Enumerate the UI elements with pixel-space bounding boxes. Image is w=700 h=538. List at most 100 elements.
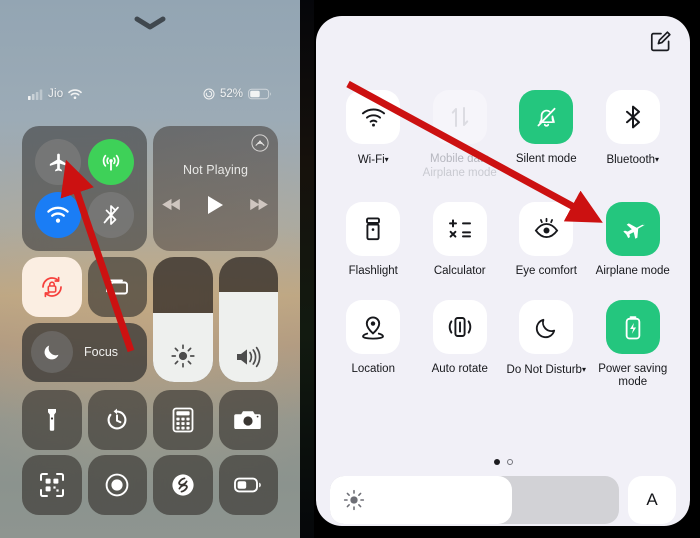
- fast-forward-icon[interactable]: [250, 198, 269, 211]
- brightness-icon: [343, 489, 365, 511]
- left-stack: Focus: [22, 257, 147, 382]
- tile-label: Auto rotate: [431, 363, 488, 375]
- miui-card: Wi-Fi▾ Mobile data Airplane mode Silent …: [316, 16, 690, 526]
- tile-icon-wrap: [605, 300, 660, 354]
- miui-tile-calculator[interactable]: Calculator: [417, 202, 504, 278]
- camera-icon: [234, 411, 262, 430]
- ios-control-center-pane: Jio 52% Not Playing Focus: [0, 0, 300, 538]
- airplane-mode-toggle[interactable]: [35, 139, 82, 186]
- miui-control-center-pane: Wi-Fi▾ Mobile data Airplane mode Silent …: [300, 0, 700, 538]
- low-power-mode-toggle[interactable]: [218, 455, 278, 515]
- brightness-slider[interactable]: [330, 476, 619, 524]
- mobile-data-icon: [451, 107, 468, 127]
- bluetooth-off-icon: [103, 204, 119, 225]
- volume-slider[interactable]: [218, 257, 278, 382]
- rewind-icon[interactable]: [162, 198, 181, 211]
- tile-label: Power saving mode: [598, 363, 668, 388]
- miui-tile-power-saving-mode[interactable]: Power saving mode: [590, 300, 677, 389]
- play-icon[interactable]: [207, 195, 224, 215]
- tile-icon-wrap: [605, 90, 660, 144]
- power-saving-icon: [625, 315, 641, 339]
- chevron-down-icon[interactable]: ▾: [655, 155, 659, 164]
- music-recognition-toggle[interactable]: [153, 455, 213, 515]
- code-scanner-toggle[interactable]: [22, 455, 82, 515]
- screenshot-root: Jio 52% Not Playing Focus Wi-Fi▾ Mobile …: [0, 0, 700, 538]
- flashlight-toggle[interactable]: [22, 390, 82, 450]
- miui-tile-mobile-data[interactable]: Mobile data Airplane mode: [417, 90, 504, 180]
- silent-bell-icon: [537, 107, 556, 127]
- screen-mirroring-toggle[interactable]: [87, 257, 147, 317]
- tile-label: Mobile data: [430, 153, 490, 165]
- tile-label-text: Bluetooth: [606, 154, 656, 166]
- chevron-down-icon[interactable]: [133, 14, 167, 32]
- media-player-module[interactable]: Not Playing: [153, 126, 278, 251]
- screen-recording-toggle[interactable]: [87, 455, 147, 515]
- page-dot-2[interactable]: [506, 459, 513, 465]
- screen-record-icon: [105, 473, 129, 497]
- tile-label-text: Do Not Disturb: [506, 364, 582, 376]
- page-dot-1[interactable]: [493, 459, 500, 465]
- rotation-lock-toggle[interactable]: [22, 257, 82, 317]
- camera-toggle[interactable]: [218, 390, 278, 450]
- screen-mirroring-icon: [106, 279, 129, 295]
- tile-icon-wrap: [519, 300, 574, 354]
- ios-tile-row-2: [22, 455, 278, 515]
- tile-icon-wrap: [346, 202, 401, 256]
- tile-label: Airplane mode: [595, 265, 670, 277]
- miui-tile-auto-rotate[interactable]: Auto rotate: [417, 300, 504, 389]
- focus-icon-circle: [31, 331, 73, 374]
- tile-sublabel: Airplane mode: [422, 167, 497, 179]
- bluetooth-icon: [625, 105, 640, 129]
- miui-tile-bluetooth[interactable]: Bluetooth▾: [590, 90, 677, 180]
- tile-icon-wrap: [432, 90, 487, 144]
- brightness-icon: [171, 344, 195, 368]
- battery-percent-label: 52%: [219, 88, 243, 100]
- tile-icon-wrap: [346, 90, 401, 144]
- miui-tile-location[interactable]: Location: [330, 300, 417, 389]
- tile-label: Flashlight: [348, 265, 398, 277]
- edit-pencil-icon[interactable]: [650, 30, 672, 52]
- calculator-toggle[interactable]: [153, 390, 213, 450]
- miui-tile-do-not-disturb[interactable]: Do Not Disturb▾: [503, 300, 590, 389]
- rotation-lock-status-icon: [203, 88, 215, 100]
- ios-status-bar: Jio 52%: [0, 88, 300, 100]
- bluetooth-toggle[interactable]: [87, 191, 134, 238]
- tile-label: Location: [351, 363, 395, 375]
- airplay-icon[interactable]: [251, 134, 269, 152]
- flashlight-icon: [366, 217, 381, 241]
- wifi-toggle[interactable]: [35, 191, 82, 238]
- chevron-down-icon[interactable]: ▾: [385, 155, 389, 164]
- location-pin-icon: [362, 316, 385, 340]
- miui-tile-wifi[interactable]: Wi-Fi▾: [330, 90, 417, 180]
- battery-icon: [248, 88, 271, 100]
- timer-toggle[interactable]: [87, 390, 147, 450]
- rotation-lock-icon: [41, 276, 62, 297]
- cellular-antenna-icon: [102, 155, 119, 171]
- eye-comfort-icon: [534, 217, 558, 239]
- tile-icon-wrap: [346, 300, 401, 354]
- tile-label: Do Not Disturb▾: [507, 363, 586, 377]
- miui-tile-silent-mode[interactable]: Silent mode: [503, 90, 590, 180]
- chevron-down-icon[interactable]: ▾: [582, 365, 586, 374]
- cellular-data-toggle[interactable]: [87, 139, 134, 186]
- now-playing-title: Not Playing: [182, 162, 249, 177]
- miui-tile-flashlight[interactable]: Flashlight: [330, 202, 417, 278]
- tile-label: Calculator: [433, 265, 486, 277]
- miui-tile-eye-comfort[interactable]: Eye comfort: [503, 202, 590, 278]
- moon-icon: [44, 345, 59, 360]
- tile-label: Silent mode: [515, 153, 577, 165]
- wifi-icon: [361, 108, 385, 127]
- airplane-icon: [49, 153, 67, 172]
- tile-icon-wrap: [432, 300, 487, 354]
- focus-toggle[interactable]: Focus: [22, 322, 147, 382]
- miui-tile-grid: Wi-Fi▾ Mobile data Airplane mode Silent …: [330, 90, 676, 389]
- qr-scanner-icon: [39, 472, 64, 497]
- slider-pair: [153, 257, 278, 382]
- volume-icon: [237, 346, 261, 368]
- wifi-icon: [47, 206, 69, 223]
- brightness-slider[interactable]: [153, 257, 213, 382]
- miui-tile-airplane-mode[interactable]: Airplane mode: [590, 202, 677, 278]
- auto-rotate-icon: [448, 317, 471, 337]
- shazam-icon: [172, 474, 194, 496]
- auto-brightness-button[interactable]: A: [628, 476, 676, 524]
